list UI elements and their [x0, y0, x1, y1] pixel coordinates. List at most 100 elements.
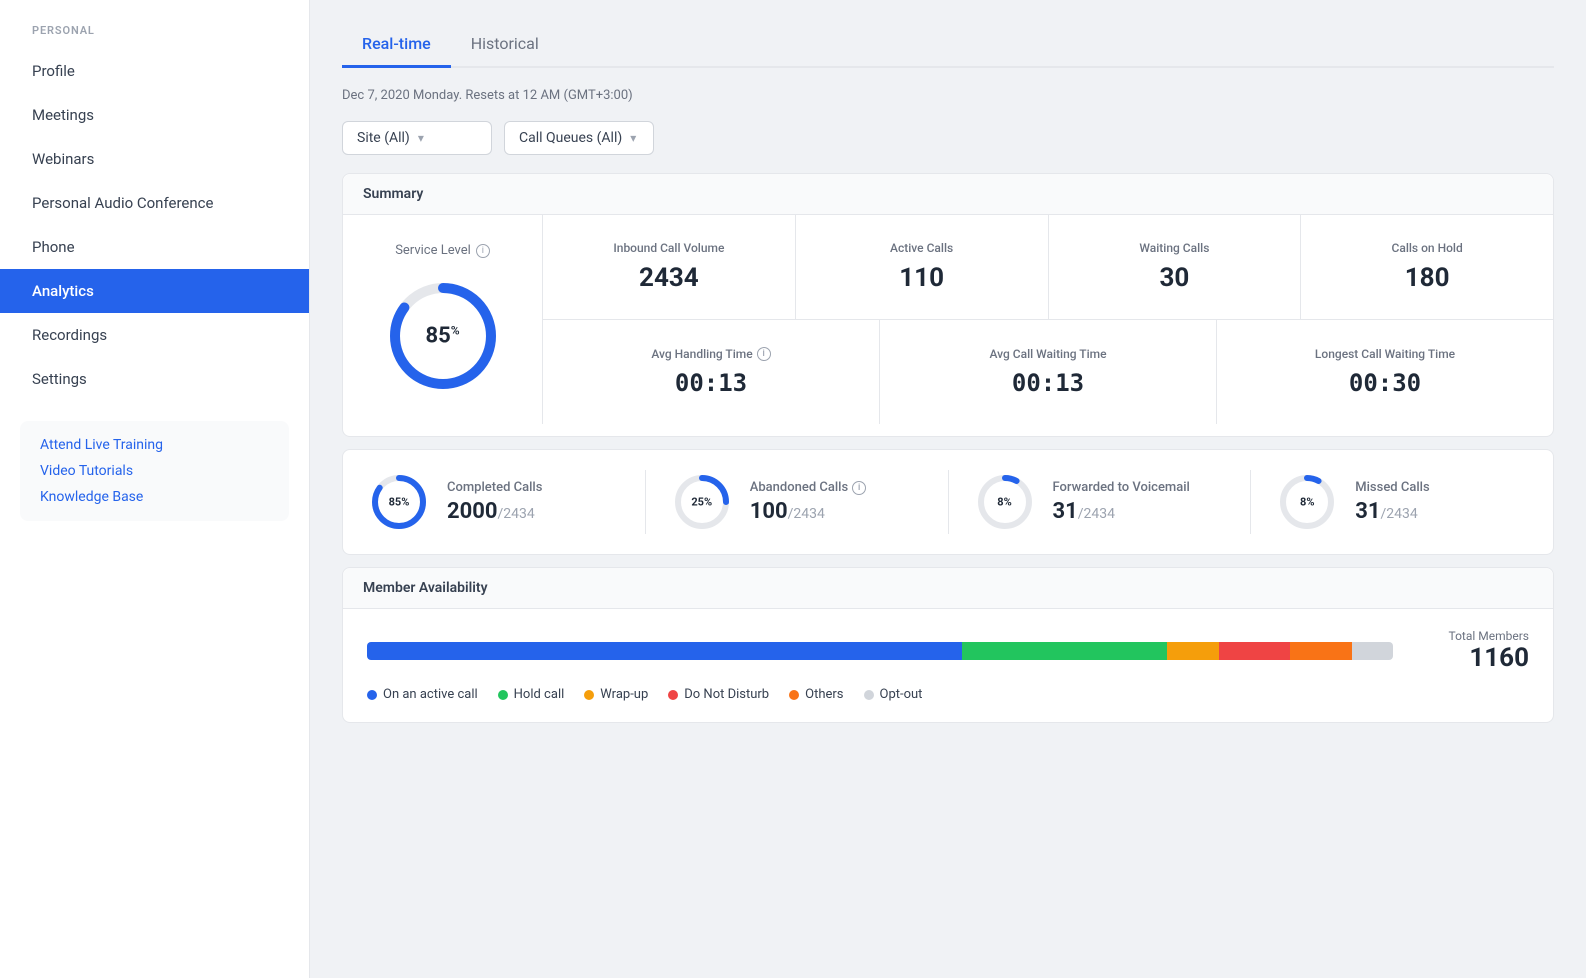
filters-row: Site (All) ▾ Call Queues (All) ▾	[342, 121, 1554, 155]
metric-calls-on-hold: Calls on Hold 180	[1301, 215, 1553, 319]
legend-label-opt-out: Opt-out	[880, 687, 923, 702]
metrics-right: Inbound Call Volume 2434 Active Calls 11…	[543, 215, 1553, 424]
bar-segment-wrap-up	[1167, 642, 1218, 660]
legend-label-do-not-disturb: Do Not Disturb	[684, 687, 769, 702]
sidebar-link-video-tutorials[interactable]: Video Tutorials	[40, 463, 269, 479]
bar-segment-on-active-call	[367, 642, 962, 660]
summary-card: Summary Service Level i 85%	[342, 173, 1554, 437]
sidebar: PERSONAL ProfileMeetingsWebinarsPersonal…	[0, 0, 310, 978]
call-stat-abandoned-calls: 25% Abandoned Callsi 100/2434	[670, 470, 949, 534]
legend-item-opt-out: Opt-out	[864, 687, 923, 702]
abandoned-calls-info-icon: i	[852, 481, 866, 495]
completed-calls-title: Completed Calls	[447, 480, 542, 495]
metrics-top-row: Inbound Call Volume 2434 Active Calls 11…	[543, 215, 1553, 320]
sidebar-item-webinars[interactable]: Webinars	[0, 137, 309, 181]
legend-dot-opt-out	[864, 690, 874, 700]
metric-waiting-calls: Waiting Calls 30	[1049, 215, 1302, 319]
call-stat-completed-calls: 85% Completed Calls 2000/2434	[367, 470, 646, 534]
legend-item-others: Others	[789, 687, 843, 702]
site-filter[interactable]: Site (All) ▾	[342, 121, 492, 155]
bar-segment-others	[1290, 642, 1352, 660]
missed-calls-value: 31/2434	[1355, 499, 1429, 524]
bar-segment-opt-out	[1352, 642, 1393, 660]
legend-label-hold-call: Hold call	[514, 687, 565, 702]
sidebar-section-label: PERSONAL	[0, 24, 309, 37]
total-members-value: 1160	[1469, 643, 1529, 673]
service-level-box: Service Level i 85%	[343, 215, 543, 424]
forwarded-to-voicemail-donut: 8%	[973, 470, 1037, 534]
main-content: Real-time Historical Dec 7, 2020 Monday.…	[310, 0, 1586, 978]
forwarded-to-voicemail-title: Forwarded to Voicemail	[1053, 480, 1190, 495]
total-members-label: Total Members	[1449, 629, 1530, 643]
legend-dot-others	[789, 690, 799, 700]
sidebar-item-recordings[interactable]: Recordings	[0, 313, 309, 357]
service-level-value: 85%	[425, 323, 459, 348]
abandoned-calls-title: Abandoned Callsi	[750, 480, 866, 495]
completed-calls-percent: 85%	[389, 496, 410, 509]
site-filter-label: Site (All)	[357, 130, 410, 146]
date-info: Dec 7, 2020 Monday. Resets at 12 AM (GMT…	[342, 88, 1554, 103]
call-stats-card: 85% Completed Calls 2000/2434 25% Abando…	[342, 449, 1554, 555]
sidebar-item-phone[interactable]: Phone	[0, 225, 309, 269]
avg-handling-time-info-icon: i	[757, 347, 771, 361]
sidebar-item-personal-audio-conference[interactable]: Personal Audio Conference	[0, 181, 309, 225]
service-level-info-icon: i	[476, 244, 490, 258]
call-queues-filter-label: Call Queues (All)	[519, 130, 622, 146]
member-availability-header: Member Availability	[343, 568, 1553, 609]
sidebar-item-analytics[interactable]: Analytics	[0, 269, 309, 313]
sidebar-links: Attend Live Training Video Tutorials Kno…	[20, 421, 289, 521]
tab-historical[interactable]: Historical	[451, 24, 559, 68]
availability-bar-container: Total Members 1160	[367, 629, 1529, 673]
total-members-box: Total Members 1160	[1409, 629, 1529, 673]
completed-calls-donut: 85%	[367, 470, 431, 534]
sidebar-item-profile[interactable]: Profile	[0, 49, 309, 93]
call-stat-forwarded-to-voicemail: 8% Forwarded to Voicemail 31/2434	[973, 470, 1252, 534]
abandoned-calls-donut: 25%	[670, 470, 734, 534]
legend-dot-do-not-disturb	[668, 690, 678, 700]
sidebar-item-meetings[interactable]: Meetings	[0, 93, 309, 137]
summary-metrics-container: Service Level i 85%	[343, 215, 1553, 424]
call-queues-filter-chevron-icon: ▾	[630, 131, 636, 145]
missed-calls-donut: 8%	[1275, 470, 1339, 534]
abandoned-calls-value: 100/2434	[750, 499, 866, 524]
metric-active-calls: Active Calls 110	[796, 215, 1049, 319]
availability-bar	[367, 642, 1393, 660]
availability-legend: On an active call Hold call Wrap-up Do N…	[367, 687, 1529, 702]
legend-item-wrap-up: Wrap-up	[584, 687, 648, 702]
forwarded-to-voicemail-value: 31/2434	[1053, 499, 1190, 524]
tab-real-time[interactable]: Real-time	[342, 24, 451, 68]
sidebar-item-settings[interactable]: Settings	[0, 357, 309, 401]
metric-inbound-call-volume: Inbound Call Volume 2434	[543, 215, 796, 319]
member-availability-card: Member Availability Total Members 1160 O…	[342, 567, 1554, 723]
call-queues-filter[interactable]: Call Queues (All) ▾	[504, 121, 654, 155]
legend-label-others: Others	[805, 687, 843, 702]
metric-avg-handling-time: Avg Handling Time i 00:13	[543, 320, 880, 424]
bar-segment-do-not-disturb	[1219, 642, 1291, 660]
bar-segment-hold-call	[962, 642, 1167, 660]
legend-dot-hold-call	[498, 690, 508, 700]
legend-item-do-not-disturb: Do Not Disturb	[668, 687, 769, 702]
legend-label-wrap-up: Wrap-up	[600, 687, 648, 702]
abandoned-calls-percent: 25%	[691, 496, 712, 509]
missed-calls-title: Missed Calls	[1355, 480, 1429, 495]
sidebar-link-attend-live-training[interactable]: Attend Live Training	[40, 437, 269, 453]
legend-dot-on-active-call	[367, 690, 377, 700]
missed-calls-percent: 8%	[1300, 496, 1314, 509]
summary-header: Summary	[343, 174, 1553, 215]
legend-item-on-active-call: On an active call	[367, 687, 478, 702]
metric-longest-call-waiting-time: Longest Call Waiting Time 00:30	[1217, 320, 1553, 424]
legend-label-on-active-call: On an active call	[383, 687, 478, 702]
legend-item-hold-call: Hold call	[498, 687, 565, 702]
site-filter-chevron-icon: ▾	[418, 131, 424, 145]
sidebar-link-knowledge-base[interactable]: Knowledge Base	[40, 489, 269, 505]
forwarded-to-voicemail-percent: 8%	[997, 496, 1011, 509]
call-stat-missed-calls: 8% Missed Calls 31/2434	[1275, 470, 1529, 534]
legend-dot-wrap-up	[584, 690, 594, 700]
member-availability-body: Total Members 1160 On an active call Hol…	[343, 609, 1553, 722]
completed-calls-value: 2000/2434	[447, 499, 542, 524]
metrics-bottom-row: Avg Handling Time i 00:13 Avg Call Waiti…	[543, 320, 1553, 424]
metric-avg-call-waiting-time: Avg Call Waiting Time 00:13	[880, 320, 1217, 424]
service-level-label: Service Level i	[395, 243, 490, 258]
tabs-container: Real-time Historical	[342, 24, 1554, 68]
service-level-donut: 85%	[383, 276, 503, 396]
